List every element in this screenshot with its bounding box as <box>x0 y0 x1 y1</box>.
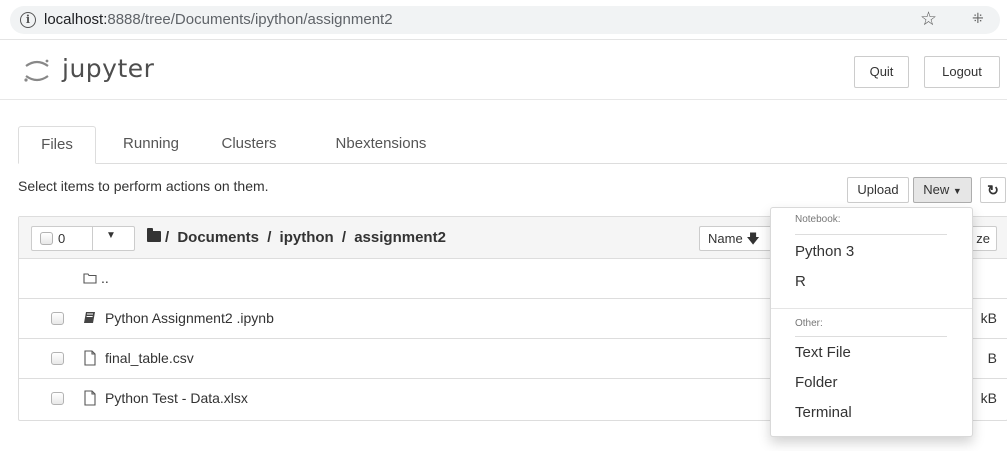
select-all-control[interactable]: 0 ▼ <box>31 226 135 251</box>
tab-bar: Files Running Clusters Nbextensions <box>18 126 1007 164</box>
select-all-checkbox[interactable] <box>40 232 53 245</box>
item-checkbox[interactable] <box>51 352 64 365</box>
notebook-icon <box>84 312 95 323</box>
file-size: kB <box>980 310 997 326</box>
file-name[interactable]: .. <box>101 270 109 286</box>
jupyter-logo-icon <box>24 59 49 82</box>
folder-icon <box>147 228 161 242</box>
breadcrumb-ipython[interactable]: ipython <box>280 229 334 246</box>
menu-item-python3[interactable]: Python 3 <box>795 243 854 260</box>
divider <box>795 234 947 235</box>
tab-clusters[interactable]: Clusters <box>208 126 290 164</box>
menu-header-other: Other: <box>795 318 823 329</box>
file-size: kB <box>980 390 997 406</box>
file-name[interactable]: Python Test - Data.xlsx <box>105 390 248 406</box>
caret-down-icon: ▼ <box>952 186 962 196</box>
extension-icon[interactable]: ⁜ <box>972 10 984 27</box>
menu-item-folder[interactable]: Folder <box>795 374 838 391</box>
breadcrumb-separator: / <box>267 229 272 246</box>
browser-address-bar: i localhost:8888/tree/Documents/ipython/… <box>0 0 1007 40</box>
divider <box>771 308 972 309</box>
logout-button[interactable]: Logout <box>924 56 1000 88</box>
file-name[interactable]: final_table.csv <box>105 350 194 366</box>
divider <box>795 336 947 337</box>
quit-button[interactable]: Quit <box>854 56 909 88</box>
new-button-label: New <box>923 182 950 197</box>
jupyter-header: jupyter Quit Logout <box>0 40 1007 100</box>
upload-button[interactable]: Upload <box>847 177 909 203</box>
menu-item-r[interactable]: R <box>795 273 806 290</box>
new-dropdown-menu: Notebook: Python 3 R Other: Text File Fo… <box>770 207 973 437</box>
item-checkbox[interactable] <box>51 312 64 325</box>
breadcrumb: / Documents / ipython / assignment2 <box>165 229 450 246</box>
menu-header-notebook: Notebook: <box>795 214 841 225</box>
file-icon <box>84 350 96 366</box>
file-size: B <box>987 350 997 366</box>
item-checkbox[interactable] <box>51 392 64 405</box>
select-instructions: Select items to perform actions on them. <box>18 178 269 194</box>
file-icon <box>84 390 96 406</box>
breadcrumb-documents[interactable]: Documents <box>177 229 259 246</box>
caret-down-icon[interactable]: ▼ <box>106 230 116 241</box>
new-button[interactable]: New ▼ <box>913 177 972 203</box>
refresh-button[interactable]: ↻ <box>980 177 1006 203</box>
refresh-icon: ↻ <box>987 182 999 198</box>
folder-icon <box>83 273 97 284</box>
jupyter-logo[interactable]: jupyter <box>22 54 162 88</box>
menu-item-text-file[interactable]: Text File <box>795 344 851 361</box>
name-sort-label: Name <box>708 231 743 246</box>
sort-by-name-button[interactable]: Name 🡇 <box>699 226 777 251</box>
tab-nbextensions[interactable]: Nbextensions <box>314 126 448 164</box>
selected-count: 0 <box>58 231 66 246</box>
breadcrumb-assignment2[interactable]: assignment2 <box>354 229 446 246</box>
arrow-down-icon: 🡇 <box>746 231 760 246</box>
url-text[interactable]: localhost:8888/tree/Documents/ipython/as… <box>44 11 393 28</box>
divider <box>92 227 93 250</box>
tab-running[interactable]: Running <box>110 126 192 164</box>
breadcrumb-separator: / <box>341 229 347 246</box>
file-name[interactable]: Python Assignment2 .ipynb <box>105 310 274 326</box>
breadcrumb-separator: / <box>165 229 170 246</box>
bookmark-star-icon[interactable]: ☆ <box>920 8 937 31</box>
info-icon[interactable]: i <box>20 12 36 28</box>
menu-item-terminal[interactable]: Terminal <box>795 404 852 421</box>
tab-files[interactable]: Files <box>18 126 96 164</box>
logo-text: jupyter <box>62 54 155 83</box>
